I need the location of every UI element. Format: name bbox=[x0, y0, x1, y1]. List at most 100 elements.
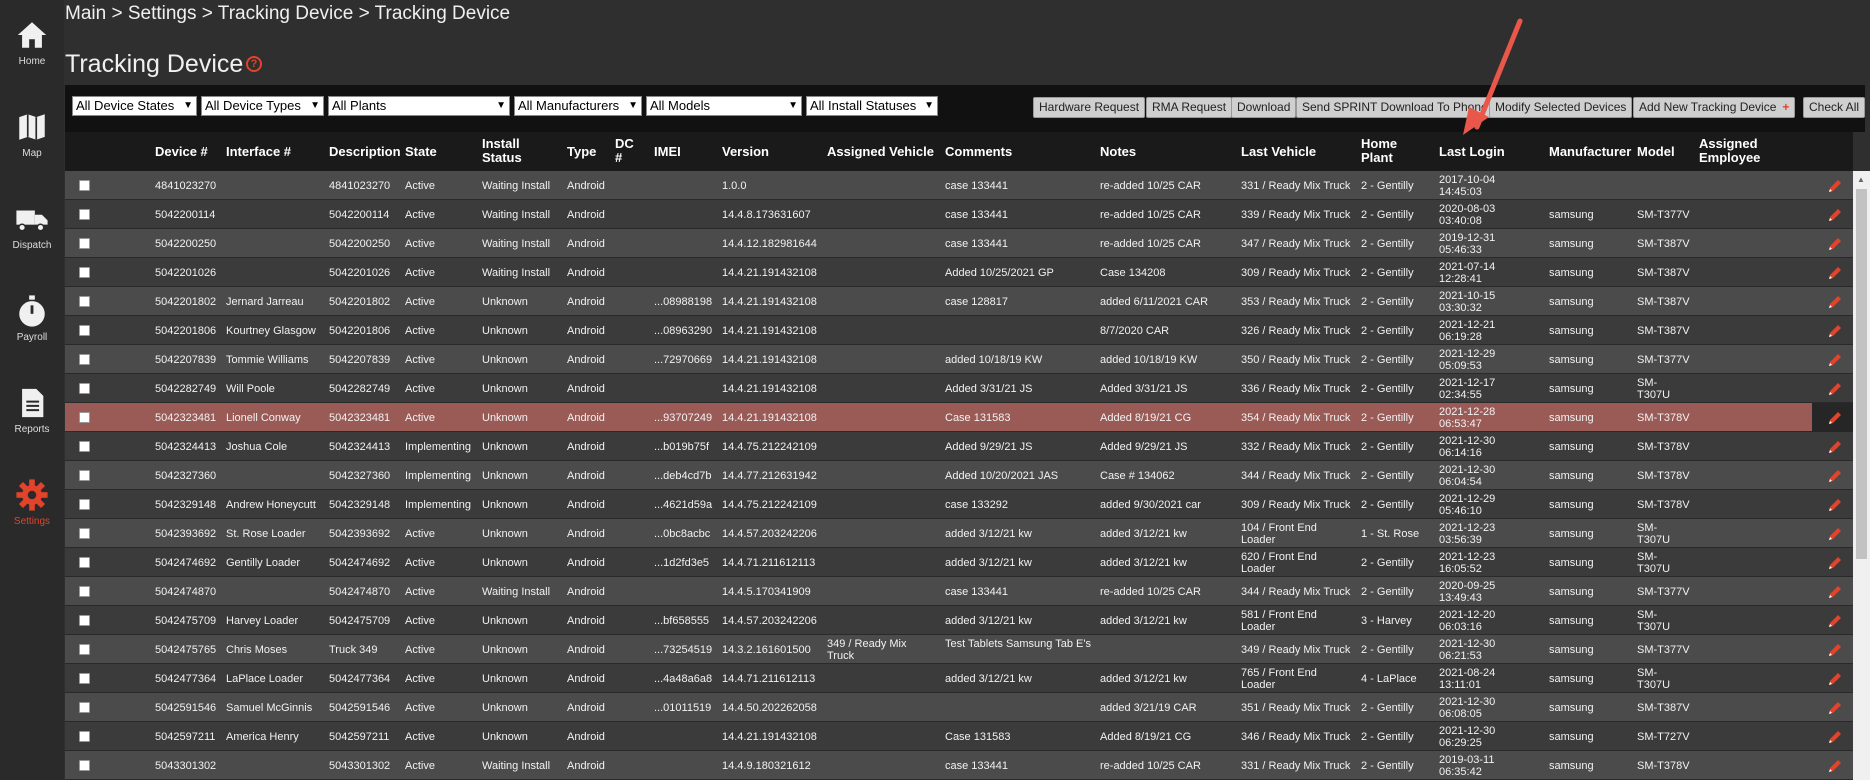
check-all-button[interactable]: Check All bbox=[1803, 97, 1866, 118]
row-checkbox[interactable] bbox=[79, 499, 90, 510]
plant-filter[interactable]: All Plants ▼ bbox=[328, 96, 510, 116]
install-status-filter[interactable]: All Install Statuses ▼ bbox=[806, 96, 938, 116]
col-comments[interactable]: Comments bbox=[945, 145, 1012, 159]
col-model[interactable]: Model bbox=[1637, 145, 1675, 159]
col-interface[interactable]: Interface # bbox=[226, 145, 291, 159]
pencil-edit-icon[interactable] bbox=[1827, 613, 1843, 629]
pencil-edit-icon[interactable] bbox=[1827, 526, 1843, 542]
table-row[interactable]: 5043301302 5043301302 Active Waiting Instal… bbox=[65, 751, 1853, 780]
pencil-edit-icon[interactable] bbox=[1827, 265, 1843, 281]
row-checkbox[interactable] bbox=[79, 209, 90, 220]
help-icon[interactable]: ? bbox=[246, 56, 262, 72]
table-row[interactable]: 5042207839 Tommie Williams 5042207839 Activ… bbox=[65, 345, 1853, 374]
table-row[interactable]: 5042201026 5042201026 Active Waiting Instal… bbox=[65, 258, 1853, 287]
pencil-edit-icon[interactable] bbox=[1827, 671, 1843, 687]
pencil-edit-icon[interactable] bbox=[1827, 410, 1843, 426]
pencil-edit-icon[interactable] bbox=[1827, 381, 1843, 397]
scroll-up-icon[interactable]: ▲ bbox=[1857, 175, 1865, 184]
hardware-request-button[interactable]: Hardware Request bbox=[1033, 97, 1146, 118]
pencil-edit-icon[interactable] bbox=[1827, 323, 1843, 339]
table-row[interactable]: 5042323481 Lionell Conway 5042323481 Active… bbox=[65, 403, 1853, 432]
row-checkbox[interactable] bbox=[79, 615, 90, 626]
table-row[interactable]: 5042393692 St. Rose Loader 5042393692 Activ… bbox=[65, 519, 1853, 548]
vertical-scrollbar[interactable]: ▲ bbox=[1853, 171, 1870, 780]
add-new-tracking-device-button[interactable]: Add New Tracking Device + bbox=[1633, 97, 1796, 118]
col-home-plant[interactable]: Home Plant bbox=[1361, 137, 1401, 165]
nav-reports[interactable]: Reports bbox=[0, 368, 64, 448]
row-checkbox[interactable] bbox=[79, 383, 90, 394]
table-row[interactable]: 5042477364 LaPlace Loader 5042477364 Active… bbox=[65, 664, 1853, 693]
row-checkbox[interactable] bbox=[79, 470, 90, 481]
nav-settings[interactable]: Settings bbox=[0, 460, 64, 540]
col-install-status[interactable]: Install Status bbox=[482, 137, 527, 165]
row-checkbox[interactable] bbox=[79, 354, 90, 365]
row-checkbox[interactable] bbox=[79, 557, 90, 568]
col-assigned-employee[interactable]: Assigned Employee bbox=[1699, 137, 1769, 165]
col-last-vehicle[interactable]: Last Vehicle bbox=[1241, 145, 1316, 159]
pencil-edit-icon[interactable] bbox=[1827, 207, 1843, 223]
table-row[interactable]: 5042474692 Gentilly Loader 5042474692 Activ… bbox=[65, 548, 1853, 577]
nav-dispatch[interactable]: Dispatch bbox=[0, 184, 64, 264]
row-checkbox[interactable] bbox=[79, 644, 90, 655]
row-checkbox[interactable] bbox=[79, 296, 90, 307]
table-row[interactable]: 5042201802 Jernard Jarreau 5042201802 Activ… bbox=[65, 287, 1853, 316]
col-state[interactable]: State bbox=[405, 145, 437, 159]
rma-request-button[interactable]: RMA Request bbox=[1146, 97, 1233, 118]
row-checkbox[interactable] bbox=[79, 180, 90, 191]
col-dc[interactable]: DC # bbox=[615, 137, 637, 165]
table-row[interactable]: 5042597211 America Henry 5042597211 Active U… bbox=[65, 722, 1853, 751]
table-row[interactable]: 5042324413 Joshua Cole 5042324413 Implement… bbox=[65, 432, 1853, 461]
table-row[interactable]: 5042200114 5042200114 Active Waiting Instal… bbox=[65, 200, 1853, 229]
row-checkbox[interactable] bbox=[79, 412, 90, 423]
table-row[interactable]: 5042591546 Samuel McGinnis 5042591546 Activ… bbox=[65, 693, 1853, 722]
pencil-edit-icon[interactable] bbox=[1827, 700, 1843, 716]
pencil-edit-icon[interactable] bbox=[1827, 642, 1843, 658]
row-checkbox[interactable] bbox=[79, 267, 90, 278]
col-manufacturer[interactable]: Manufacturer bbox=[1549, 145, 1631, 159]
pencil-edit-icon[interactable] bbox=[1827, 236, 1843, 252]
table-row[interactable]: 5042329148 Andrew Honeycutt 5042329148 Impl… bbox=[65, 490, 1853, 519]
row-checkbox[interactable] bbox=[79, 441, 90, 452]
nav-map[interactable]: Map bbox=[0, 92, 64, 172]
pencil-edit-icon[interactable] bbox=[1827, 555, 1843, 571]
pencil-edit-icon[interactable] bbox=[1827, 352, 1843, 368]
col-imei[interactable]: IMEI bbox=[654, 145, 681, 159]
col-last-login[interactable]: Last Login bbox=[1439, 145, 1505, 159]
row-checkbox[interactable] bbox=[79, 325, 90, 336]
model-filter[interactable]: All Models ▼ bbox=[646, 96, 802, 116]
col-version[interactable]: Version bbox=[722, 145, 769, 159]
row-checkbox[interactable] bbox=[79, 673, 90, 684]
pencil-edit-icon[interactable] bbox=[1827, 758, 1843, 774]
manufacturer-filter[interactable]: All Manufacturers ▼ bbox=[514, 96, 642, 116]
col-device[interactable]: Device # bbox=[155, 145, 208, 159]
pencil-edit-icon[interactable] bbox=[1827, 294, 1843, 310]
table-row[interactable]: 5042475709 Harvey Loader 5042475709 Active U… bbox=[65, 606, 1853, 635]
row-checkbox[interactable] bbox=[79, 702, 90, 713]
col-type[interactable]: Type bbox=[567, 145, 596, 159]
table-row[interactable]: 5042200250 5042200250 Active Waiting Instal… bbox=[65, 229, 1853, 258]
col-assigned-vehicle[interactable]: Assigned Vehicle bbox=[827, 145, 934, 159]
pencil-edit-icon[interactable] bbox=[1827, 439, 1843, 455]
table-row[interactable]: 5042327360 5042327360 Implementing Unknown A… bbox=[65, 461, 1853, 490]
table-row[interactable]: 5042474870 5042474870 Active Waiting Instal… bbox=[65, 577, 1853, 606]
table-row[interactable]: 5042475765 Chris Moses Truck 349 Active Unkn… bbox=[65, 635, 1853, 664]
col-description[interactable]: Description bbox=[329, 145, 401, 159]
scroll-thumb[interactable] bbox=[1856, 189, 1867, 559]
row-checkbox[interactable] bbox=[79, 586, 90, 597]
device-state-filter[interactable]: All Device States ▼ bbox=[72, 96, 197, 116]
download-button[interactable]: Download bbox=[1231, 97, 1297, 118]
row-checkbox[interactable] bbox=[79, 528, 90, 539]
pencil-edit-icon[interactable] bbox=[1827, 497, 1843, 513]
pencil-edit-icon[interactable] bbox=[1827, 584, 1843, 600]
table-row[interactable]: 4841023270 4841023270 Active Waiting Instal… bbox=[65, 171, 1853, 200]
nav-home[interactable]: Home bbox=[0, 0, 64, 80]
device-type-filter[interactable]: All Device Types ▼ bbox=[201, 96, 324, 116]
table-row[interactable]: 5042201806 Kourtney Glasgow 5042201806 Acti… bbox=[65, 316, 1853, 345]
nav-payroll[interactable]: Payroll bbox=[0, 276, 64, 356]
pencil-edit-icon[interactable] bbox=[1827, 178, 1843, 194]
row-checkbox[interactable] bbox=[79, 238, 90, 249]
row-checkbox[interactable] bbox=[79, 760, 90, 771]
table-row[interactable]: 5042282749 Will Poole 5042282749 Active Unkn… bbox=[65, 374, 1853, 403]
pencil-edit-icon[interactable] bbox=[1827, 729, 1843, 745]
col-notes[interactable]: Notes bbox=[1100, 145, 1136, 159]
